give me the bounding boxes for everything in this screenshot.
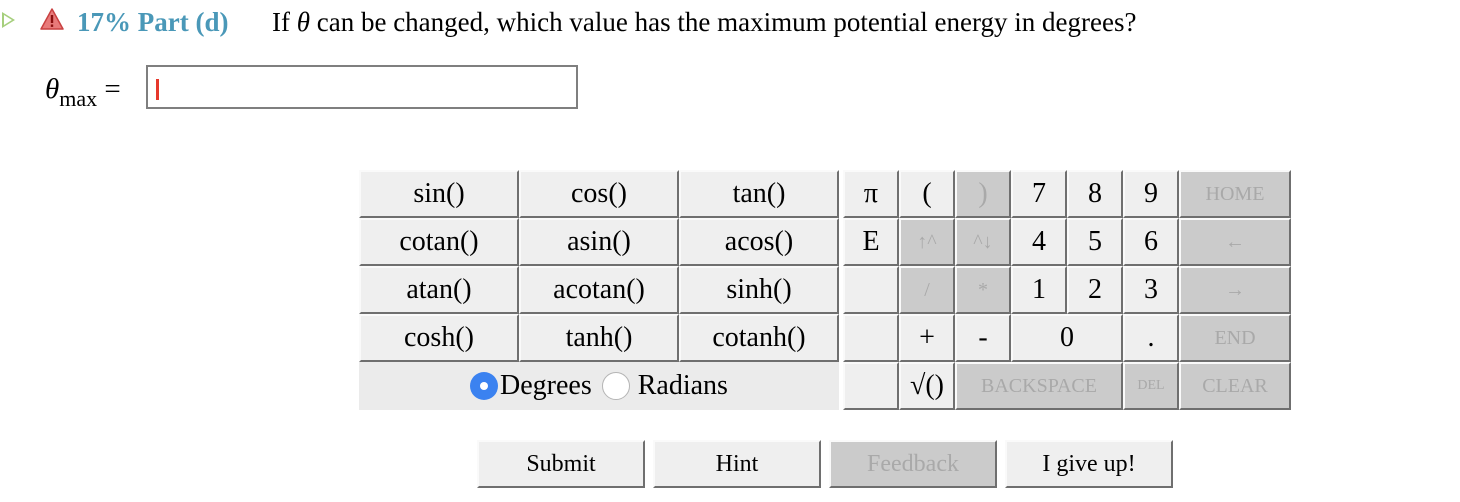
number-keypad: π ( ) 7 8 9 HOME E ↑^ ^↓ 4 5 6 ← / * 1 2… <box>843 170 1291 410</box>
key-sqrt[interactable]: √() <box>899 362 955 410</box>
play-icon[interactable] <box>2 12 15 28</box>
theta-symbol: θ <box>296 7 310 37</box>
key-del[interactable]: DEL <box>1123 362 1179 410</box>
key-6[interactable]: 6 <box>1123 218 1179 266</box>
key-close-paren[interactable]: ) <box>955 170 1011 218</box>
key-cotan[interactable]: cotan() <box>359 218 519 266</box>
function-keypad: sin() cos() tan() cotan() asin() acos() … <box>359 170 839 410</box>
key-sin[interactable]: sin() <box>359 170 519 218</box>
key-backspace[interactable]: BACKSPACE <box>955 362 1123 410</box>
key-end[interactable]: END <box>1179 314 1291 362</box>
key-0[interactable]: 0 <box>1011 314 1123 362</box>
answer-input[interactable] <box>146 65 578 109</box>
warning-icon <box>40 8 64 30</box>
key-7[interactable]: 7 <box>1011 170 1067 218</box>
key-e[interactable]: E <box>843 218 899 266</box>
question-text: If θ can be changed, which value has the… <box>272 7 1137 37</box>
radians-radio[interactable] <box>601 372 630 400</box>
key-superscript-down[interactable]: ^↓ <box>955 218 1011 266</box>
key-pi[interactable]: π <box>843 170 899 218</box>
key-plus[interactable]: + <box>899 314 955 362</box>
key-multiply[interactable]: * <box>955 266 1011 314</box>
key-minus[interactable]: - <box>955 314 1011 362</box>
key-4[interactable]: 4 <box>1011 218 1067 266</box>
key-9[interactable]: 9 <box>1123 170 1179 218</box>
key-left-arrow[interactable]: ← <box>1179 218 1291 266</box>
key-blank <box>843 266 899 314</box>
key-cos[interactable]: cos() <box>519 170 679 218</box>
key-open-paren[interactable]: ( <box>899 170 955 218</box>
answer-label: θmax = <box>45 73 121 111</box>
key-home[interactable]: HOME <box>1179 170 1291 218</box>
angle-mode-selector: Degrees Radians <box>359 362 839 410</box>
key-acotan[interactable]: acotan() <box>519 266 679 314</box>
key-3[interactable]: 3 <box>1123 266 1179 314</box>
key-5[interactable]: 5 <box>1067 218 1123 266</box>
radians-label[interactable]: Radians <box>638 370 728 402</box>
hint-button[interactable]: Hint <box>653 440 821 488</box>
degrees-radio[interactable] <box>470 372 499 400</box>
text-caret <box>156 79 159 100</box>
key-dot[interactable]: . <box>1123 314 1179 362</box>
feedback-button[interactable]: Feedback <box>829 440 997 488</box>
key-sinh[interactable]: sinh() <box>679 266 839 314</box>
key-tan[interactable]: tan() <box>679 170 839 218</box>
key-divide[interactable]: / <box>899 266 955 314</box>
key-clear[interactable]: CLEAR <box>1179 362 1291 410</box>
key-1[interactable]: 1 <box>1011 266 1067 314</box>
key-atan[interactable]: atan() <box>359 266 519 314</box>
key-blank <box>843 314 899 362</box>
degrees-label[interactable]: Degrees <box>500 370 592 402</box>
key-cotanh[interactable]: cotanh() <box>679 314 839 362</box>
key-right-arrow[interactable]: → <box>1179 266 1291 314</box>
key-2[interactable]: 2 <box>1067 266 1123 314</box>
key-cosh[interactable]: cosh() <box>359 314 519 362</box>
submit-button[interactable]: Submit <box>477 440 645 488</box>
key-blank <box>843 362 899 410</box>
key-tanh[interactable]: tanh() <box>519 314 679 362</box>
key-asin[interactable]: asin() <box>519 218 679 266</box>
part-label: 17% Part (d) <box>77 7 229 37</box>
key-superscript-up[interactable]: ↑^ <box>899 218 955 266</box>
key-8[interactable]: 8 <box>1067 170 1123 218</box>
give-up-button[interactable]: I give up! <box>1005 440 1173 488</box>
key-acos[interactable]: acos() <box>679 218 839 266</box>
